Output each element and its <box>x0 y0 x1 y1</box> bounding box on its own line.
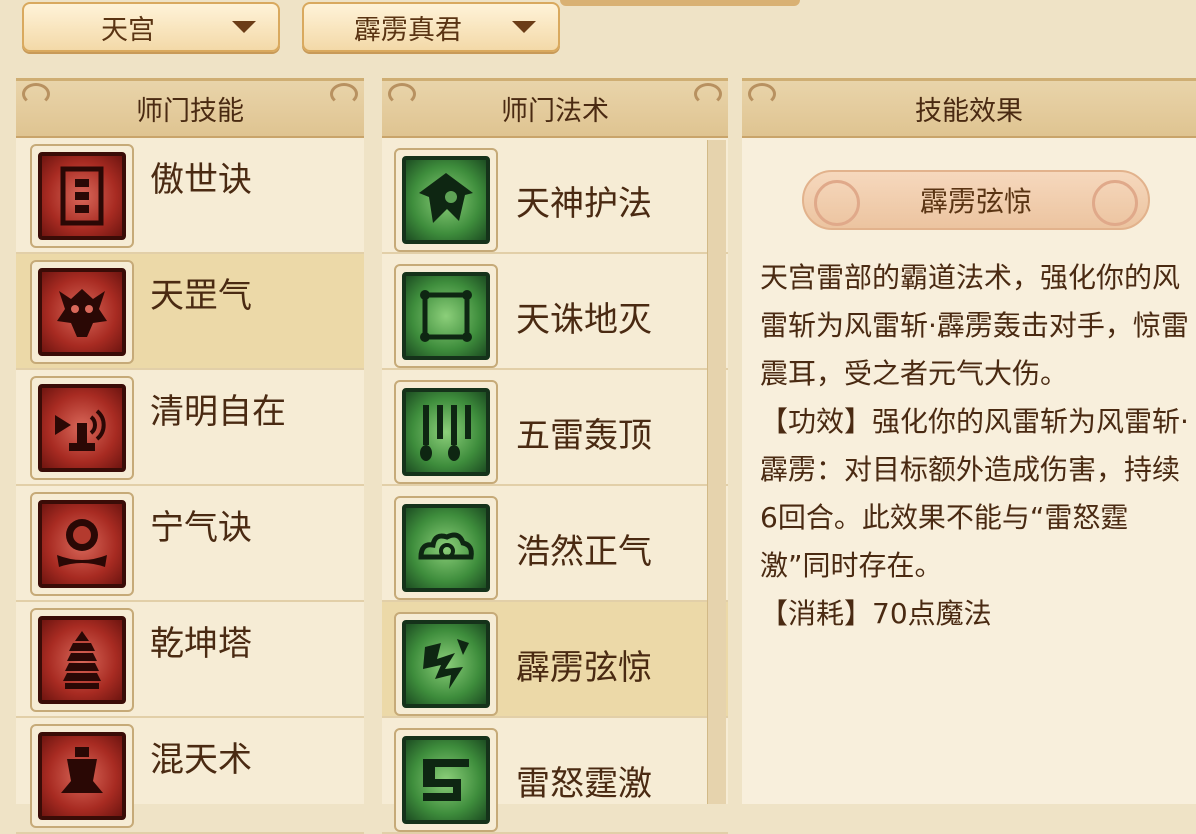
spell-item-selected[interactable]: 霹雳弦惊 <box>382 602 728 718</box>
chevron-down-icon <box>512 21 536 33</box>
skills-panel-title: 师门技能 <box>136 96 244 127</box>
skill-label: 混天术 <box>150 740 252 780</box>
scroll-icon <box>38 152 126 240</box>
skill-label: 清明自在 <box>150 392 286 432</box>
spell-label: 天诛地灭 <box>516 300 652 340</box>
pagoda-icon <box>38 616 126 704</box>
spells-panel: 师门法术 天神护法 天诛地灭 五雷轰顶 浩然正气 霹雳弦惊 雷怒霆激 <box>382 78 728 834</box>
cloud-ornament-icon <box>1092 180 1138 226</box>
spell-label: 天神护法 <box>516 184 652 224</box>
effect-intro: 天宫雷部的霸道法术，强化你的风雷斩为风雷斩·霹雳轰击对手，惊雷震耳，受之者元气大… <box>760 261 1189 390</box>
lightning-icon <box>402 620 490 708</box>
top-bar-edge <box>560 0 800 6</box>
skills-panel-header: 师门技能 <box>16 78 364 138</box>
skill-icon-frame <box>30 376 134 480</box>
chevron-down-icon <box>232 21 256 33</box>
cloud-icon <box>402 504 490 592</box>
demon-icon <box>38 268 126 356</box>
effect-panel: 技能效果 霹雳弦惊 天宫雷部的霸道法术，强化你的风雷斩为风雷斩·霹雳轰击对手，惊… <box>742 78 1196 804</box>
spell-item[interactable]: 浩然正气 <box>382 486 728 602</box>
spell-icon-frame <box>394 148 498 252</box>
guardian-icon <box>402 156 490 244</box>
effect-cost: 【消耗】70点魔法 <box>760 597 992 630</box>
skills-list: 傲世诀 天罡气 清明自在 宁气诀 乾坤塔 混天术 <box>16 138 364 834</box>
figure-icon <box>38 732 126 820</box>
skill-label: 傲世诀 <box>150 160 252 200</box>
skill-icon-frame <box>30 492 134 596</box>
selected-skill-name: 霹雳弦惊 <box>919 185 1032 218</box>
spell-icon-frame <box>394 728 498 832</box>
cloud-ornament-icon <box>814 180 860 226</box>
spell-icon-frame <box>394 612 498 716</box>
sect-dropdown-value: 天宫 <box>101 14 155 46</box>
skill-icon-frame <box>30 608 134 712</box>
selected-skill-name-banner: 霹雳弦惊 <box>802 170 1150 230</box>
spell-icon-frame <box>394 380 498 484</box>
spells-panel-header: 师门法术 <box>382 78 728 138</box>
spells-list: 天神护法 天诛地灭 五雷轰顶 浩然正气 霹雳弦惊 雷怒霆激 <box>382 138 728 834</box>
frame-icon <box>402 272 490 360</box>
spell-item[interactable]: 五雷轰顶 <box>382 370 728 486</box>
skill-icon-frame <box>30 260 134 364</box>
effect-panel-header: 技能效果 <box>742 78 1196 138</box>
rune-icon <box>402 736 490 824</box>
spell-icon-frame <box>394 496 498 600</box>
skill-item[interactable]: 清明自在 <box>16 370 364 486</box>
corner-ornament-icon <box>388 83 416 105</box>
spell-icon-frame <box>394 264 498 368</box>
orb-icon <box>38 500 126 588</box>
corner-ornament-icon <box>330 83 358 105</box>
skill-item[interactable]: 乾坤塔 <box>16 602 364 718</box>
skill-label: 天罡气 <box>150 276 252 316</box>
skill-item[interactable]: 混天术 <box>16 718 364 834</box>
spell-label: 雷怒霆激 <box>516 764 652 804</box>
sect-dropdown[interactable]: 天宫 <box>22 2 280 52</box>
master-dropdown[interactable]: 霹雳真君 <box>302 2 560 52</box>
corner-ornament-icon <box>22 83 50 105</box>
spell-label: 五雷轰顶 <box>516 416 652 456</box>
skill-label: 乾坤塔 <box>150 624 252 664</box>
thunder-icon <box>402 388 490 476</box>
skill-label: 宁气诀 <box>150 508 252 548</box>
skill-icon-frame <box>30 724 134 828</box>
spell-item[interactable]: 雷怒霆激 <box>382 718 728 834</box>
skill-item[interactable]: 傲世诀 <box>16 138 364 254</box>
spells-panel-title: 师门法术 <box>501 96 609 127</box>
spell-label: 浩然正气 <box>516 532 652 572</box>
broadcast-icon <box>38 384 126 472</box>
spell-label: 霹雳弦惊 <box>516 648 652 688</box>
corner-ornament-icon <box>694 83 722 105</box>
effect-panel-title: 技能效果 <box>915 96 1023 127</box>
effect-description: 天宫雷部的霸道法术，强化你的风雷斩为风雷斩·霹雳轰击对手，惊雷震耳，受之者元气大… <box>760 254 1192 638</box>
spells-scrollbar[interactable] <box>707 140 726 804</box>
spell-item[interactable]: 天诛地灭 <box>382 254 728 370</box>
corner-ornament-icon <box>748 83 776 105</box>
skill-item-selected[interactable]: 天罡气 <box>16 254 364 370</box>
master-dropdown-value: 霹雳真君 <box>354 14 462 46</box>
skills-panel: 师门技能 傲世诀 天罡气 清明自在 宁气诀 乾坤塔 混天术 <box>16 78 364 834</box>
skill-icon-frame <box>30 144 134 248</box>
effect-detail: 【功效】强化你的风雷斩为风雷斩·霹雳：对目标额外造成伤害，持续6回合。此效果不能… <box>760 405 1189 582</box>
spell-item[interactable]: 天神护法 <box>382 138 728 254</box>
skill-item[interactable]: 宁气诀 <box>16 486 364 602</box>
